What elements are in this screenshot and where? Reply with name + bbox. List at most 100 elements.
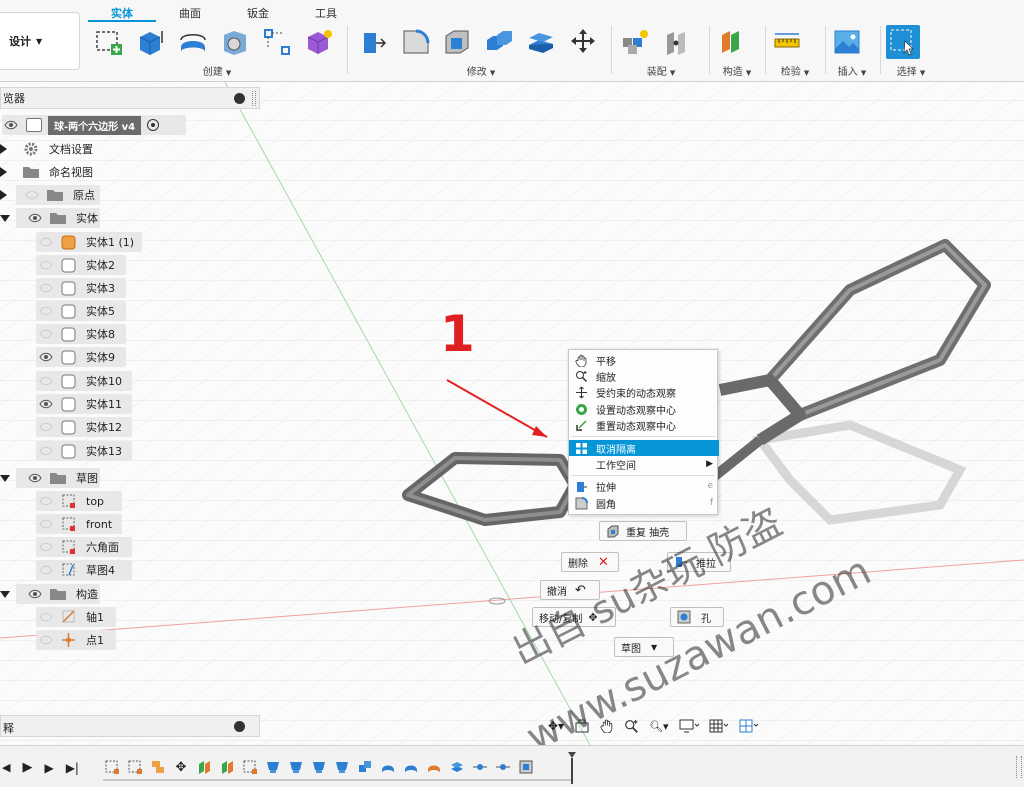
eye-hidden-icon[interactable] bbox=[39, 517, 53, 531]
eye-hidden-icon[interactable] bbox=[39, 258, 53, 272]
offset-plane-icon[interactable] bbox=[714, 25, 748, 59]
select-icon[interactable] bbox=[886, 25, 920, 59]
eye-icon[interactable] bbox=[28, 471, 42, 485]
browser-item[interactable]: 草图 bbox=[0, 468, 100, 488]
insert-image-icon[interactable] bbox=[830, 25, 864, 59]
display-settings-icon[interactable] bbox=[679, 719, 699, 733]
go-to-end-icon[interactable]: ▶| bbox=[66, 761, 79, 775]
collapse-icon[interactable] bbox=[0, 214, 10, 222]
timeline-revolve-icon[interactable] bbox=[379, 759, 397, 775]
workspace-switcher[interactable]: 设计 ▼ bbox=[0, 12, 80, 70]
eye-hidden-icon[interactable] bbox=[39, 304, 53, 318]
timeline-sketch-icon[interactable] bbox=[126, 759, 144, 775]
assemble-group-label[interactable]: 装配 ▼ bbox=[618, 63, 704, 78]
combine-icon[interactable] bbox=[482, 25, 516, 59]
fit-window-icon[interactable]: 🔍︎▾ bbox=[649, 720, 669, 733]
eye-hidden-icon[interactable] bbox=[39, 444, 53, 458]
timeline-shell-icon[interactable] bbox=[517, 759, 535, 775]
panel-grip[interactable] bbox=[252, 91, 256, 106]
comments-panel[interactable]: 释 bbox=[0, 715, 260, 737]
timeline-revolve-icon[interactable] bbox=[425, 759, 443, 775]
timeline-joint-origin-icon[interactable] bbox=[494, 759, 512, 775]
eye-hidden-icon[interactable] bbox=[39, 281, 53, 295]
browser-item[interactable]: 文档设置 bbox=[0, 139, 93, 159]
grid-snap-icon[interactable] bbox=[709, 719, 729, 733]
step-forward-icon[interactable]: ▶ bbox=[44, 761, 53, 775]
collapse-icon[interactable] bbox=[0, 590, 10, 598]
eye-hidden-icon[interactable] bbox=[39, 235, 53, 249]
body-item[interactable]: 实体10 bbox=[36, 371, 132, 391]
body-item[interactable]: 实体13 bbox=[36, 441, 132, 461]
timeline-extrude-icon[interactable] bbox=[264, 759, 282, 775]
create-group-label[interactable]: 创建 ▼ bbox=[92, 63, 342, 78]
collapse-icon[interactable] bbox=[0, 474, 10, 482]
timeline-extrude-icon[interactable] bbox=[333, 759, 351, 775]
viewports-icon[interactable] bbox=[739, 719, 759, 733]
menu-item-zoom[interactable]: 缩放 bbox=[569, 368, 719, 384]
body-item[interactable]: 实体5 bbox=[36, 301, 126, 321]
sweep-icon[interactable] bbox=[218, 25, 252, 59]
sketch-item[interactable]: 草图4 bbox=[36, 560, 132, 580]
eye-hidden-icon[interactable] bbox=[39, 374, 53, 388]
menu-item-unisolate[interactable]: 取消隔离 bbox=[569, 440, 719, 456]
body-item[interactable]: 实体2 bbox=[36, 255, 126, 275]
browser-item[interactable]: 原点 bbox=[0, 185, 100, 205]
body-item[interactable]: 实体11 bbox=[36, 394, 132, 414]
eye-hidden-icon[interactable] bbox=[39, 610, 53, 624]
expand-icon[interactable] bbox=[0, 144, 7, 154]
eye-icon[interactable] bbox=[39, 350, 53, 364]
new-component-icon[interactable] bbox=[618, 25, 652, 59]
tab-surface[interactable]: 曲面 bbox=[156, 0, 224, 22]
eye-icon[interactable] bbox=[28, 587, 42, 601]
sketch-item[interactable]: top bbox=[36, 491, 122, 511]
revolve-icon[interactable] bbox=[176, 25, 210, 59]
eye-hidden-icon[interactable] bbox=[39, 494, 53, 508]
timeline-plane-icon[interactable] bbox=[149, 759, 167, 775]
modify-group-label[interactable]: 修改 ▼ bbox=[356, 63, 606, 78]
timeline-joint-icon[interactable] bbox=[195, 759, 213, 775]
press-pull-icon[interactable] bbox=[356, 25, 390, 59]
sketch-item[interactable]: front bbox=[36, 514, 122, 534]
timeline-sketch-icon[interactable] bbox=[103, 759, 121, 775]
look-at-icon[interactable] bbox=[574, 719, 590, 733]
menu-item-pan[interactable]: 平移 bbox=[569, 352, 719, 368]
expand-icon[interactable] bbox=[0, 190, 7, 200]
expand-icon[interactable] bbox=[0, 167, 7, 177]
eye-hidden-icon[interactable] bbox=[39, 327, 53, 341]
timeline-move-icon[interactable]: ✥ bbox=[172, 759, 190, 775]
tab-solid[interactable]: 实体 bbox=[88, 0, 156, 22]
shell-icon[interactable] bbox=[440, 25, 474, 59]
activate-radio-icon[interactable] bbox=[147, 119, 160, 131]
create-sketch-icon[interactable] bbox=[92, 25, 126, 59]
body-item[interactable]: 实体3 bbox=[36, 278, 126, 298]
inspect-group-label[interactable]: 检验 ▼ bbox=[770, 63, 820, 78]
timeline-marker[interactable] bbox=[568, 752, 576, 784]
fillet-icon[interactable] bbox=[398, 25, 432, 59]
browser-item[interactable]: 实体 bbox=[0, 208, 100, 228]
joint-icon[interactable] bbox=[660, 25, 694, 59]
orbit-icon[interactable]: ✥▾ bbox=[548, 719, 564, 733]
menu-item-reset-orbit-center[interactable]: 重置动态观察中心 bbox=[569, 417, 719, 433]
browser-root[interactable]: 球-两个六边形 v4 bbox=[0, 115, 186, 135]
menu-item-workspace[interactable]: 工作空间 ▶ bbox=[569, 456, 719, 472]
zoom-icon[interactable] bbox=[624, 719, 639, 734]
timeline-sketch-icon[interactable] bbox=[241, 759, 259, 775]
menu-item-fillet[interactable]: 圆角 f bbox=[569, 495, 719, 511]
measure-icon[interactable] bbox=[770, 25, 804, 59]
body-item[interactable]: 实体1 (1) bbox=[36, 232, 142, 252]
timeline-grip[interactable] bbox=[1016, 756, 1022, 778]
timeline-joint-origin-icon[interactable] bbox=[471, 759, 489, 775]
eye-icon[interactable] bbox=[39, 397, 53, 411]
menu-item-constrained-orbit[interactable]: 受约束的动态观察 bbox=[569, 384, 719, 400]
body-item[interactable]: 实体9 bbox=[36, 347, 126, 367]
step-back-icon[interactable]: ◀ bbox=[2, 761, 10, 774]
add-comment-icon[interactable] bbox=[234, 721, 245, 732]
timeline-joint-icon[interactable] bbox=[218, 759, 236, 775]
eye-hidden-icon[interactable] bbox=[39, 540, 53, 554]
construct-group-label[interactable]: 构造 ▼ bbox=[714, 63, 760, 78]
eye-hidden-icon[interactable] bbox=[39, 420, 53, 434]
insert-group-label[interactable]: 插入 ▼ bbox=[830, 63, 874, 78]
pan-hand-icon[interactable] bbox=[600, 719, 614, 733]
construction-item[interactable]: 点1 bbox=[36, 630, 116, 650]
browser-item[interactable]: 构造 bbox=[0, 584, 100, 604]
